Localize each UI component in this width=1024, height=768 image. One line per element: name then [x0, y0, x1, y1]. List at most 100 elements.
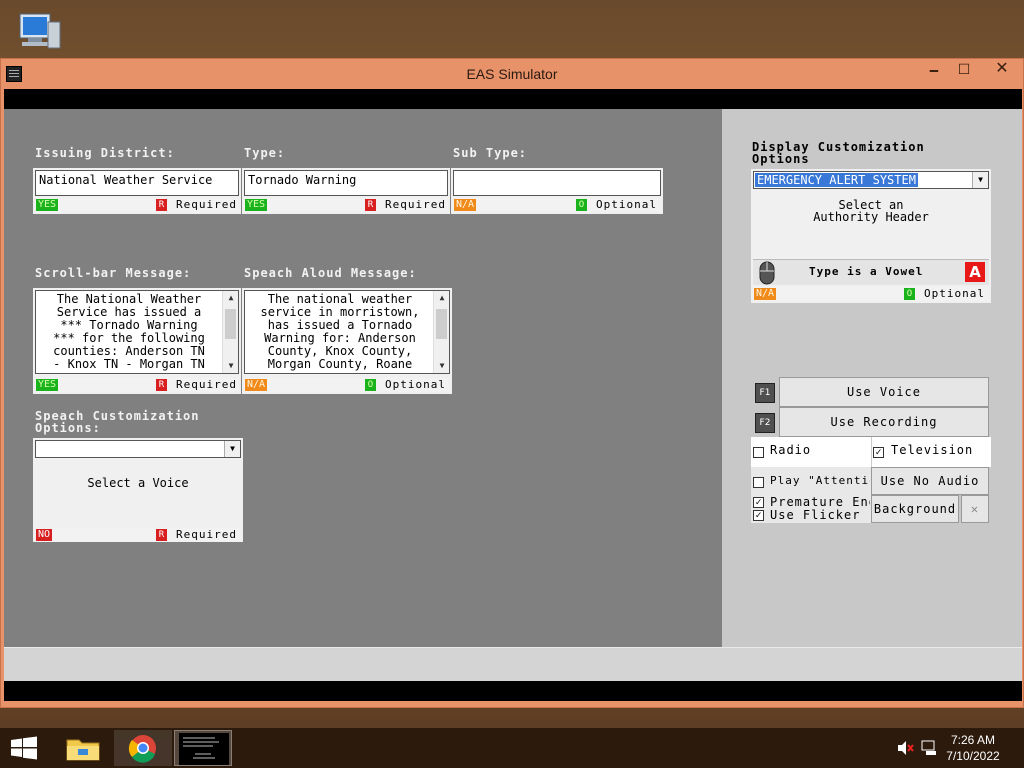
message-line: Morgan County, Roane — [267, 357, 413, 371]
speech-aloud-message-status: N/A O Optional — [244, 378, 450, 392]
speaker-muted-icon[interactable] — [897, 740, 915, 756]
file-explorer-icon[interactable] — [54, 730, 112, 766]
display-customization-label: Display Customization Options — [752, 141, 925, 165]
background-button[interactable]: Background — [871, 495, 959, 523]
authority-header-select[interactable]: EMERGENCY ALERT SYSTEM ▼ — [753, 171, 989, 189]
vertical-scrollbar[interactable]: ▲ ▼ — [433, 291, 449, 373]
speech-customization-group: ▼ Select a Voice NO R Required — [33, 438, 243, 542]
close-button[interactable]: ✕ — [980, 59, 1024, 81]
speech-customization-label: Speach Customization Options: — [35, 410, 200, 434]
voice-select[interactable]: ▼ — [35, 440, 241, 458]
computer-desktop-icon[interactable] — [14, 10, 64, 56]
letter-a-icon: A — [965, 262, 985, 282]
scroll-down-arrow-icon[interactable]: ▼ — [223, 359, 238, 373]
status-badge: N/A — [245, 379, 268, 391]
message-line: - Knox TN - Morgan TN — [53, 357, 205, 371]
maximize-button[interactable]: ☐ — [950, 59, 978, 81]
bottom-black-bar — [4, 681, 1022, 701]
speech-customization-status: NO R Required — [35, 528, 241, 542]
required-flag: R — [156, 379, 167, 391]
speech-aloud-message-label: Speach Aloud Message: — [244, 266, 417, 280]
top-black-bar — [4, 89, 1022, 109]
voice-select-value — [37, 442, 41, 456]
required-flag: R — [156, 529, 167, 541]
window-title: EAS Simulator — [466, 66, 558, 82]
clear-background-button[interactable]: ✕ — [961, 495, 989, 523]
status-badge: NO — [36, 529, 53, 541]
network-icon[interactable] — [920, 740, 940, 756]
mouse-icon — [759, 261, 775, 285]
label-line: Options: — [35, 421, 101, 435]
sub-type-input[interactable] — [453, 170, 661, 196]
television-checkbox[interactable]: ✓ — [873, 447, 884, 458]
issuing-district-status: YES R Required — [35, 198, 239, 212]
optional-flag: O — [904, 288, 915, 300]
type-status: YES R Required — [244, 198, 448, 212]
issuing-district-input[interactable]: National Weather Service — [35, 170, 239, 196]
premature-end-checkbox[interactable]: ✓ — [753, 497, 764, 508]
label-line: Options — [752, 152, 810, 166]
scroll-bar-message-textarea[interactable]: The National Weather Service has issued … — [35, 290, 239, 374]
use-flicker-checkbox[interactable]: ✓ — [753, 510, 764, 521]
icon-caption: Type is a Vowel — [809, 265, 924, 278]
required-flag: R — [156, 199, 167, 211]
scroll-up-arrow-icon[interactable]: ▲ — [223, 291, 238, 305]
scroll-thumb[interactable] — [436, 309, 447, 339]
chrome-icon[interactable] — [114, 730, 172, 766]
icon-row: Type is a Vowel A — [753, 259, 989, 285]
f2-key-icon: F2 — [755, 413, 775, 433]
speech-aloud-message-textarea[interactable]: The national weather service in morristo… — [244, 290, 450, 374]
use-flicker-label: Use Flicker — [770, 508, 861, 522]
optional-flag: O — [365, 379, 376, 391]
display-customization-group: EMERGENCY ALERT SYSTEM ▼ Select an Autho… — [751, 169, 991, 303]
divider — [871, 437, 872, 467]
chevron-down-icon[interactable]: ▼ — [972, 172, 988, 188]
placeholder-line: Authority Header — [813, 210, 929, 224]
issuing-district-label: Issuing District: — [35, 146, 175, 160]
authority-header-value: EMERGENCY ALERT SYSTEM — [755, 173, 918, 187]
options-row: ✓ Premature End ✓ Use Flicker — [751, 495, 871, 523]
requirement-text: Optional — [596, 198, 657, 211]
status-badge: N/A — [754, 288, 777, 300]
requirement-text: Required — [385, 198, 446, 211]
authority-header-placeholder: Select an Authority Header — [753, 199, 989, 223]
status-bar — [4, 647, 1022, 681]
issuing-district-group: National Weather Service YES R Required — [33, 168, 241, 214]
scroll-bar-message-label: Scroll-bar Message: — [35, 266, 192, 280]
radio-checkbox[interactable] — [753, 447, 764, 458]
scroll-up-arrow-icon[interactable]: ▲ — [434, 291, 449, 305]
scroll-thumb[interactable] — [225, 309, 236, 339]
minimize-button[interactable]: 🗕 — [920, 59, 948, 81]
scroll-bar-message-text: The National Weather Service has issued … — [39, 293, 219, 371]
eas-simulator-taskbar-icon[interactable] — [174, 730, 232, 766]
requirement-text: Required — [176, 528, 237, 541]
form-area: Issuing District: National Weather Servi… — [4, 109, 722, 647]
side-panel: Display Customization Options EMERGENCY … — [722, 109, 1022, 647]
chevron-down-icon[interactable]: ▼ — [224, 441, 240, 457]
title-bar[interactable]: EAS Simulator 🗕 ☐ ✕ — [1, 59, 1023, 89]
scroll-bar-message-group: The National Weather Service has issued … — [33, 288, 241, 394]
voice-placeholder: Select a Voice — [35, 476, 241, 490]
windows-start-icon[interactable] — [10, 736, 38, 760]
sub-type-group: N/A O Optional — [451, 168, 663, 214]
use-voice-button[interactable]: Use Voice — [779, 377, 989, 407]
play-attention-label: Play "Attention — [770, 474, 870, 487]
speech-aloud-message-text: The national weather service in morristo… — [248, 293, 432, 371]
premature-end-label: Premature End — [770, 495, 870, 509]
vertical-scrollbar[interactable]: ▲ ▼ — [222, 291, 238, 373]
scroll-down-arrow-icon[interactable]: ▼ — [434, 359, 449, 373]
type-label: Type: — [244, 146, 286, 160]
play-attention-checkbox[interactable] — [753, 477, 764, 488]
required-flag: R — [365, 199, 376, 211]
requirement-text: Required — [176, 198, 237, 211]
audio-target-row: Radio ✓ Television — [751, 437, 991, 467]
type-input[interactable]: Tornado Warning — [244, 170, 448, 196]
display-customization-status: N/A O Optional — [753, 287, 989, 301]
taskbar-clock[interactable]: 7:26 AM 7/10/2022 — [938, 732, 1008, 764]
type-group: Tornado Warning YES R Required — [242, 168, 450, 214]
use-recording-button[interactable]: Use Recording — [779, 407, 989, 437]
clock-time: 7:26 AM — [950, 733, 996, 747]
use-no-audio-button[interactable]: Use No Audio — [871, 467, 989, 495]
optional-flag: O — [576, 199, 587, 211]
clock-date: 7/10/2022 — [946, 749, 1000, 763]
